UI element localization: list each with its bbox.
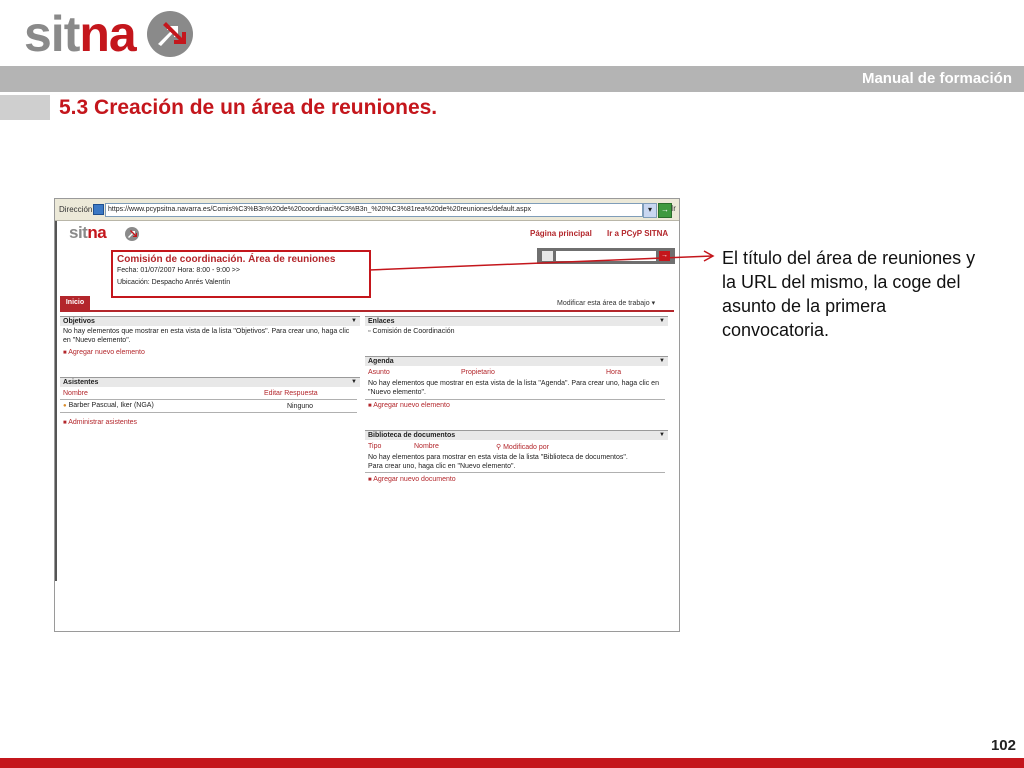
annotation-text: El título del área de reuniones y la URL… <box>722 248 976 340</box>
callout-arrow <box>368 250 715 271</box>
footer-bar <box>0 758 1024 768</box>
page-number: 102 <box>990 737 1016 754</box>
